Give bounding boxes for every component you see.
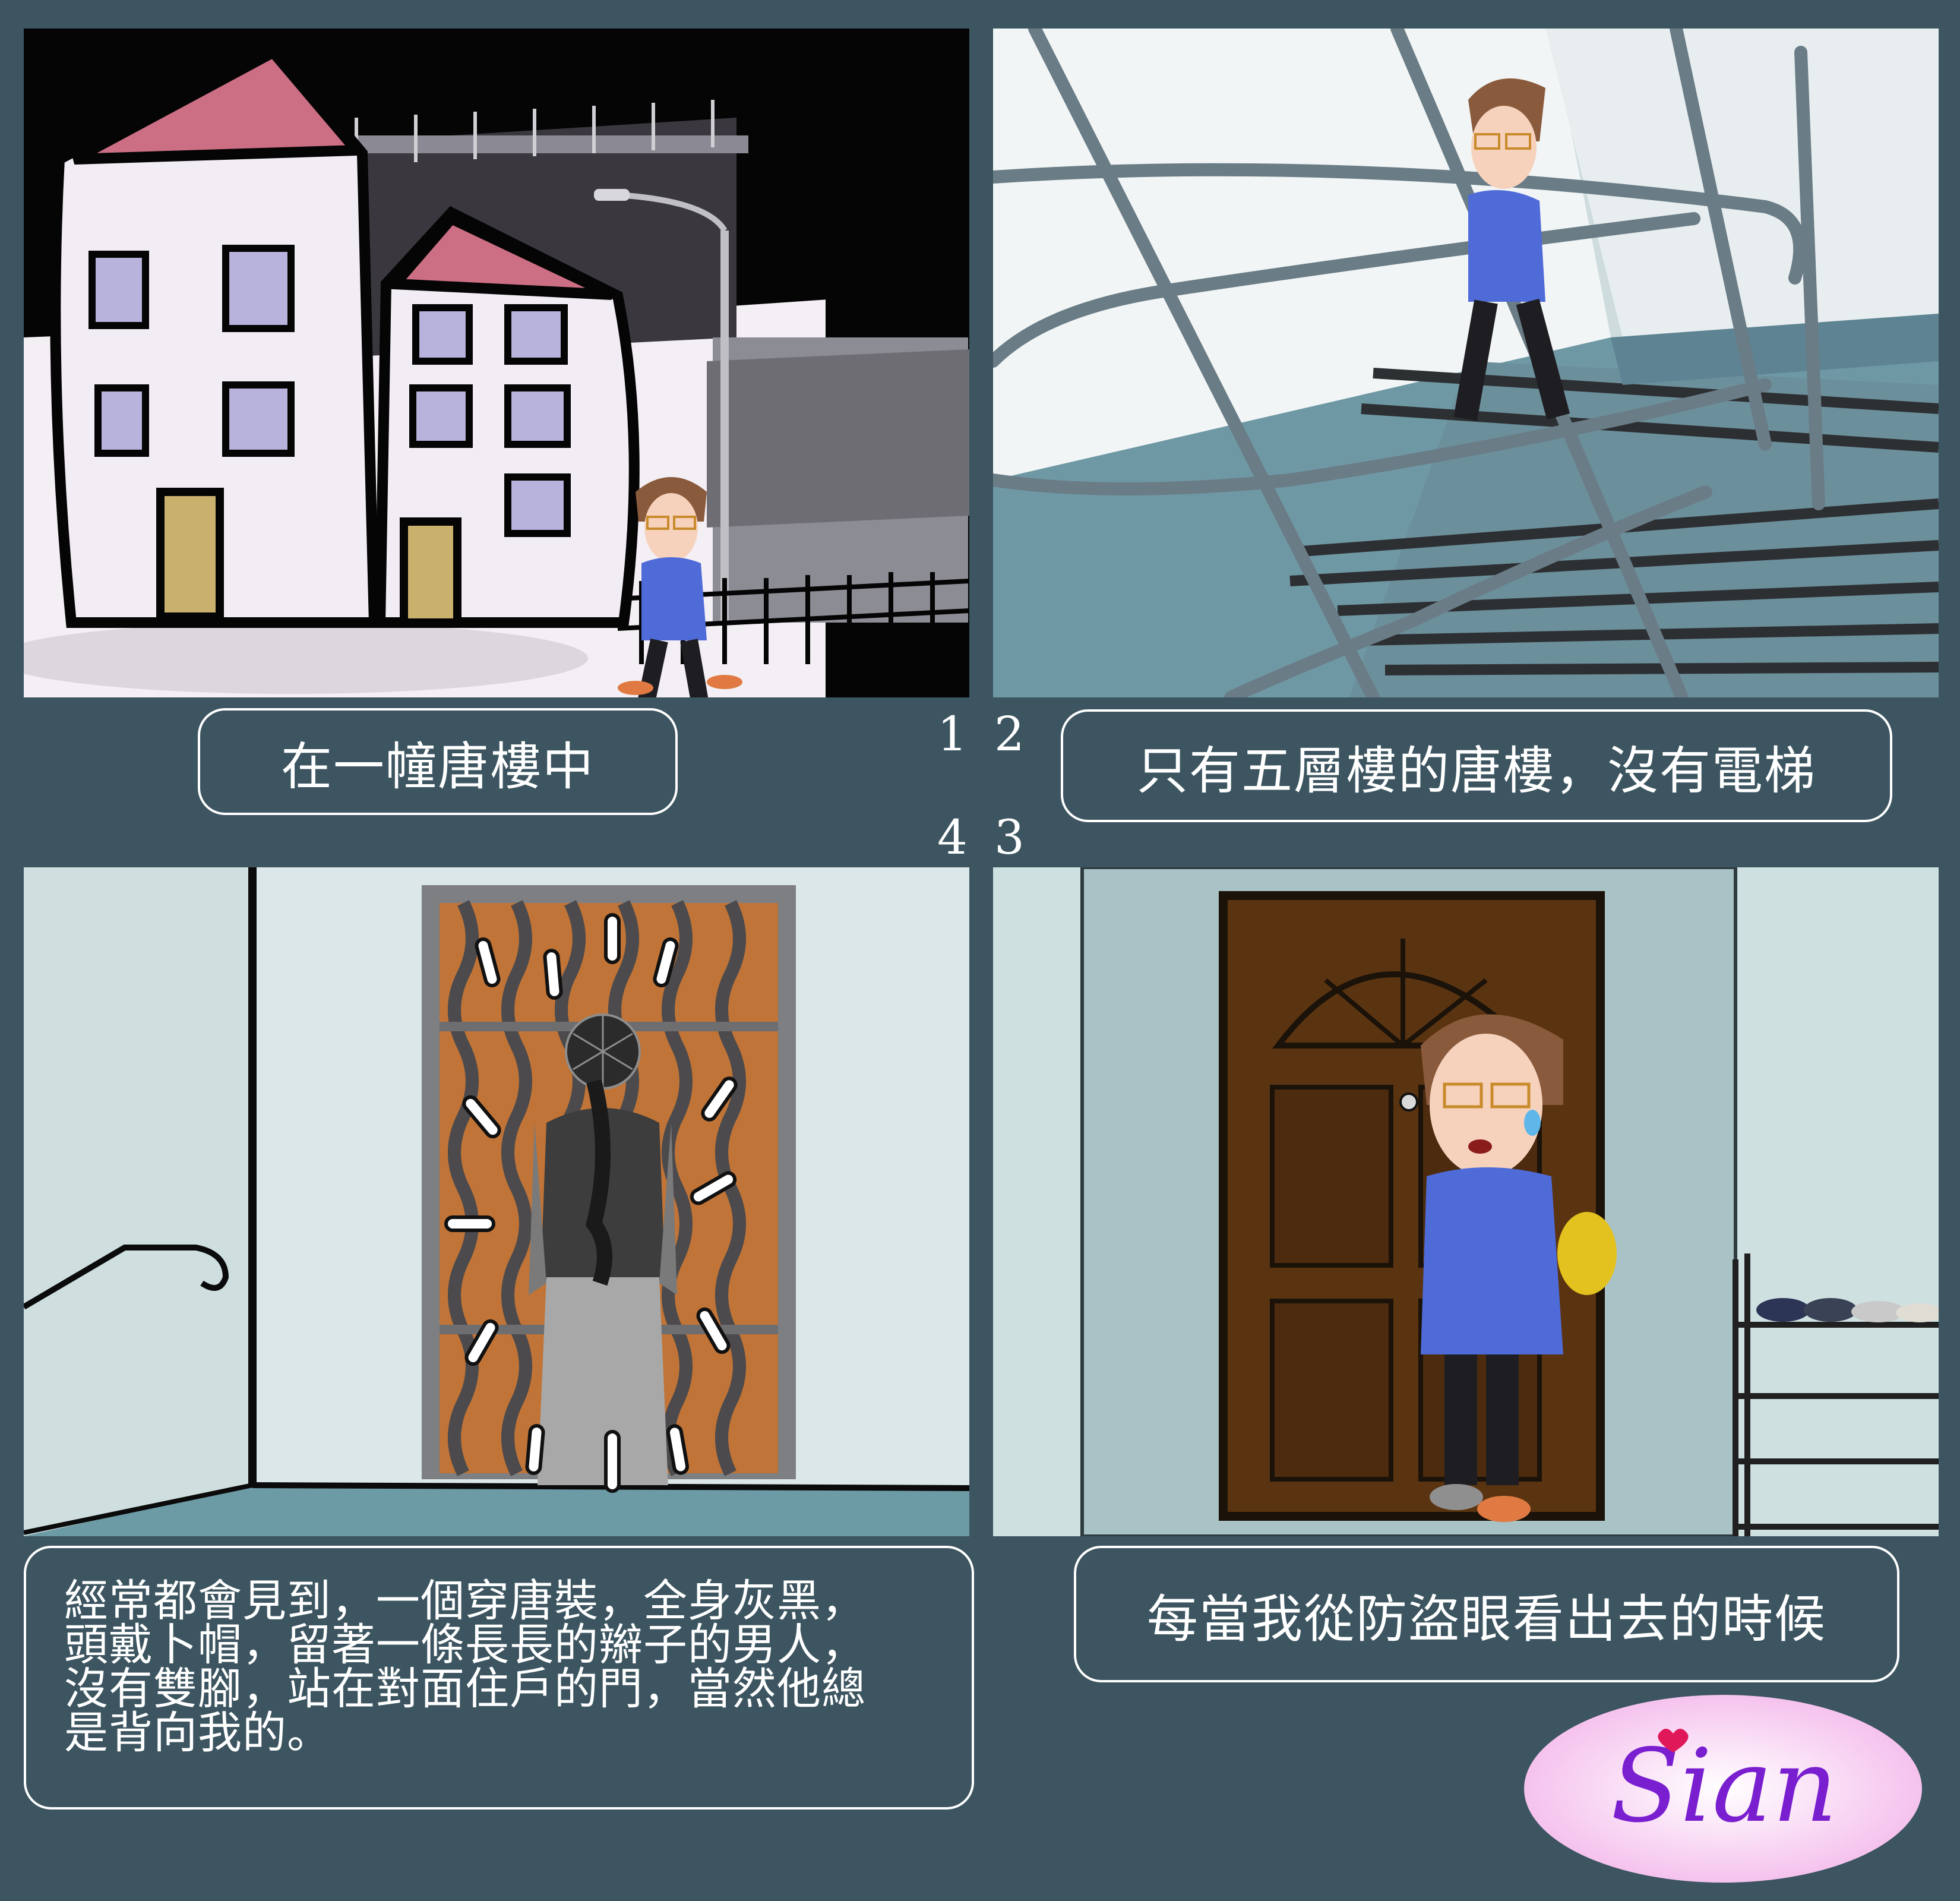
sian-logo: Sian — [1522, 1693, 1924, 1884]
caption-panel-1: 在一幢唐樓中 — [198, 708, 678, 815]
caption-panel-4: 經常都會見到，一個穿唐裝，全身灰黑， 頭戴卜帽，留著一條長長的辮子的男人， 沒有… — [24, 1546, 974, 1810]
panel-number-1: 1 — [937, 706, 968, 762]
panel-4 — [24, 867, 969, 1536]
panel-2 — [993, 29, 1939, 697]
panel-number-3: 3 — [994, 810, 1025, 865]
logo-text: Sian — [1611, 1728, 1838, 1845]
staircase-illustration — [993, 29, 1939, 697]
peephole-door-illustration — [993, 867, 1939, 1536]
street-scene-illustration — [24, 29, 969, 697]
panel-number-4: 4 — [937, 810, 968, 865]
caption-panel-3: 每當我從防盜眼看出去的時候 — [1074, 1546, 1899, 1682]
panel-1 — [24, 29, 969, 697]
caption-panel-2: 只有五層樓的唐樓，沒有電梯 — [1061, 709, 1892, 822]
ghost-at-gate-illustration — [24, 867, 969, 1536]
panel-number-2: 2 — [994, 706, 1025, 762]
panel-3 — [993, 867, 1939, 1536]
